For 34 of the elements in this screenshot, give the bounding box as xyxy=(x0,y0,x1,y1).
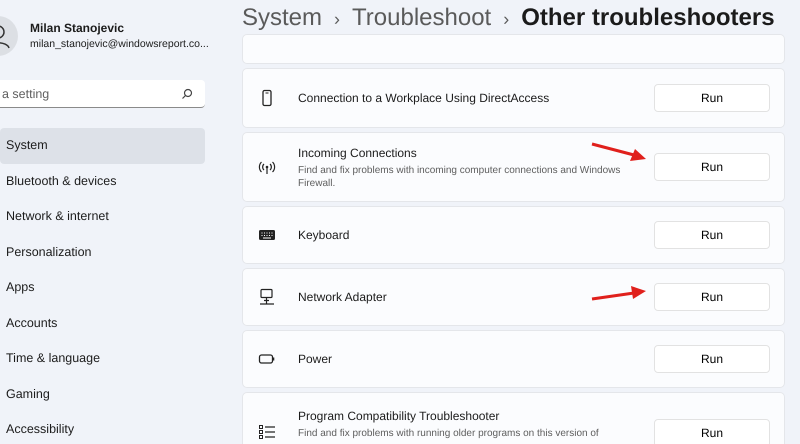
list-icon xyxy=(258,423,276,441)
troubleshooter-title: Program Compatibility Troubleshooter xyxy=(298,408,500,425)
troubleshooter-title: Connection to a Workplace Using DirectAccess xyxy=(298,90,550,107)
sidebar-item[interactable]: Accounts xyxy=(0,306,205,341)
sidebar-item[interactable]: Network & internet xyxy=(0,199,205,234)
run-button[interactable]: Run xyxy=(654,283,770,311)
sidebar-item[interactable]: Gaming xyxy=(0,376,205,412)
run-button[interactable]: Run xyxy=(654,345,770,373)
run-button[interactable]: Run xyxy=(654,153,770,181)
breadcrumb-item[interactable]: System xyxy=(242,4,322,32)
account-email: milan_stanojevic@windowsreport.co... xyxy=(30,37,209,52)
troubleshooter-title: Network Adapter xyxy=(298,289,388,306)
sidebar-item[interactable]: Accessibility xyxy=(0,412,205,444)
sidebar-item[interactable]: Personalization xyxy=(0,234,205,270)
run-button[interactable]: Run xyxy=(654,84,770,112)
run-button[interactable]: Run xyxy=(654,419,770,444)
search-field[interactable]: a setting xyxy=(0,80,205,108)
troubleshooter-title: Keyboard xyxy=(298,227,350,244)
troubleshooter-description: Find and fix problems with running older programs on this version of xyxy=(298,427,600,440)
troubleshooter-description: Find and fix problems with incoming computer connections and Windows Firewall. xyxy=(298,164,622,190)
chevron-icon: › xyxy=(503,5,510,33)
breadcrumb-item[interactable]: Troubleshoot xyxy=(352,4,492,32)
sidebar-item[interactable]: Time & language xyxy=(0,341,205,376)
sidebar-item[interactable]: Bluetooth & devices xyxy=(0,164,205,199)
troubleshooter-title: Power xyxy=(298,351,334,368)
breadcrumb-item[interactable]: Other troubleshooters xyxy=(521,4,775,32)
chevron-icon: › xyxy=(334,5,340,33)
search-icon xyxy=(181,88,193,100)
sidebar-item[interactable]: Apps xyxy=(0,270,205,306)
troubleshooter-title: Incoming Connections xyxy=(298,144,418,162)
account-name: Milan Stanojevic xyxy=(30,20,126,38)
network-icon xyxy=(258,288,276,306)
sidebar-item[interactable]: System xyxy=(0,128,205,164)
run-button[interactable]: Run xyxy=(654,221,770,249)
